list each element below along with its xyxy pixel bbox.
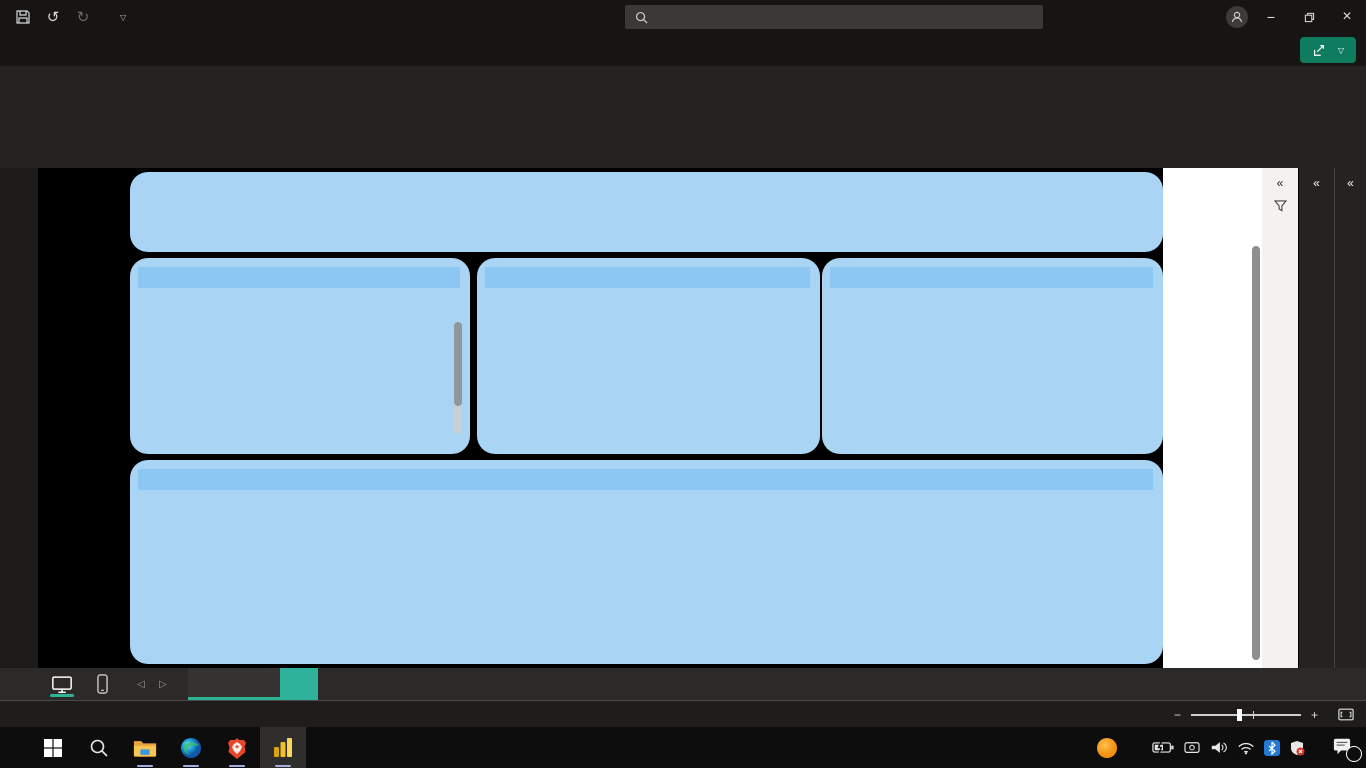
avatar[interactable] xyxy=(1226,6,1248,28)
expand-icon[interactable]: « xyxy=(1299,168,1334,190)
filter-icon xyxy=(1273,200,1287,212)
desktop-layout-button[interactable] xyxy=(42,668,82,700)
search-input[interactable] xyxy=(625,5,1043,29)
view-rail xyxy=(0,168,38,668)
display-icon[interactable] xyxy=(1183,741,1201,755)
share-button[interactable]: ▽ xyxy=(1299,37,1356,63)
battery-icon[interactable] xyxy=(1152,741,1174,754)
save-icon[interactable] xyxy=(8,4,38,30)
fit-to-page-button[interactable] xyxy=(1338,708,1354,721)
report-page xyxy=(38,168,1163,668)
zoom-out-button[interactable]: − xyxy=(1174,708,1181,722)
page-bar: ◁ ▷ xyxy=(0,668,1366,700)
title-bar: ↺ ↻ ▽ − × xyxy=(0,0,1366,34)
chart-title xyxy=(138,469,1153,490)
taskbar-search-button[interactable] xyxy=(76,727,122,768)
data-panel[interactable]: « xyxy=(1334,168,1366,668)
restore-button[interactable] xyxy=(1290,0,1328,34)
undo-icon[interactable]: ↺ xyxy=(38,4,68,30)
kpi-grid xyxy=(130,172,1163,252)
wifi-icon[interactable] xyxy=(1237,741,1255,755)
zoom-in-button[interactable]: + xyxy=(1311,708,1318,722)
chart-title xyxy=(485,267,810,288)
minimize-button[interactable]: − xyxy=(1252,0,1290,34)
bar-chart-visual[interactable] xyxy=(130,258,470,454)
prev-page-button[interactable]: ◁ xyxy=(130,668,152,700)
chevron-down-icon[interactable]: ▽ xyxy=(120,13,126,22)
ribbon xyxy=(0,66,1366,168)
chart-title xyxy=(830,267,1153,288)
brave-browser-button[interactable] xyxy=(214,727,260,768)
status-bar: − + xyxy=(0,700,1366,727)
chart-scrollbar[interactable] xyxy=(454,322,462,434)
security-shield-icon[interactable] xyxy=(1289,740,1305,756)
visualizations-panel[interactable]: « xyxy=(1298,168,1334,668)
area-chart-visual[interactable] xyxy=(130,460,1163,664)
share-icon xyxy=(1313,45,1324,56)
column-chart-visual[interactable] xyxy=(822,258,1163,454)
powerbi-button[interactable] xyxy=(260,727,306,768)
expand-icon[interactable]: « xyxy=(1262,168,1298,190)
page-tab[interactable] xyxy=(188,668,280,700)
zoom-slider[interactable] xyxy=(1190,708,1301,721)
file-explorer-button[interactable] xyxy=(122,727,168,768)
next-page-button[interactable]: ▷ xyxy=(152,668,174,700)
workspace xyxy=(38,168,1262,668)
bluetooth-icon[interactable] xyxy=(1264,739,1280,756)
kpi-card-visual[interactable] xyxy=(130,172,1163,252)
filters-panel[interactable]: « xyxy=(1262,168,1298,668)
new-page-button[interactable] xyxy=(280,668,318,700)
redo-icon: ↻ xyxy=(76,9,90,26)
menu-bar: ▽ xyxy=(0,34,1366,66)
notifications-button[interactable] xyxy=(1332,737,1362,762)
taskbar xyxy=(0,727,1366,768)
notification-badge xyxy=(1346,745,1362,762)
close-button[interactable]: × xyxy=(1328,0,1366,34)
pie-chart-visual[interactable] xyxy=(477,258,820,454)
search-icon xyxy=(635,11,648,23)
vertical-scrollbar[interactable] xyxy=(1252,246,1260,660)
weather-icon[interactable] xyxy=(1095,736,1119,760)
start-button[interactable] xyxy=(30,727,76,768)
chart-title xyxy=(138,267,460,288)
edge-browser-button[interactable] xyxy=(168,727,214,768)
expand-icon[interactable]: « xyxy=(1335,168,1366,190)
speaker-icon[interactable] xyxy=(1210,740,1228,755)
mobile-layout-button[interactable] xyxy=(82,668,122,700)
